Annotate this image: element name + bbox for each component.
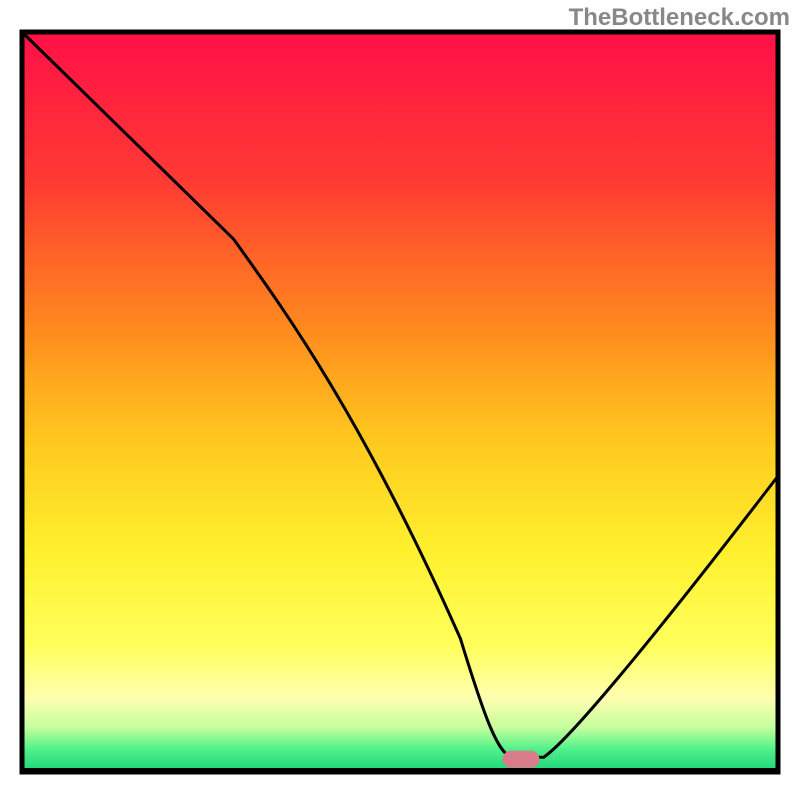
chart-svg <box>0 0 800 800</box>
optimal-marker <box>503 751 539 767</box>
bottleneck-chart <box>0 0 800 800</box>
watermark-text: TheBottleneck.com <box>569 4 790 32</box>
